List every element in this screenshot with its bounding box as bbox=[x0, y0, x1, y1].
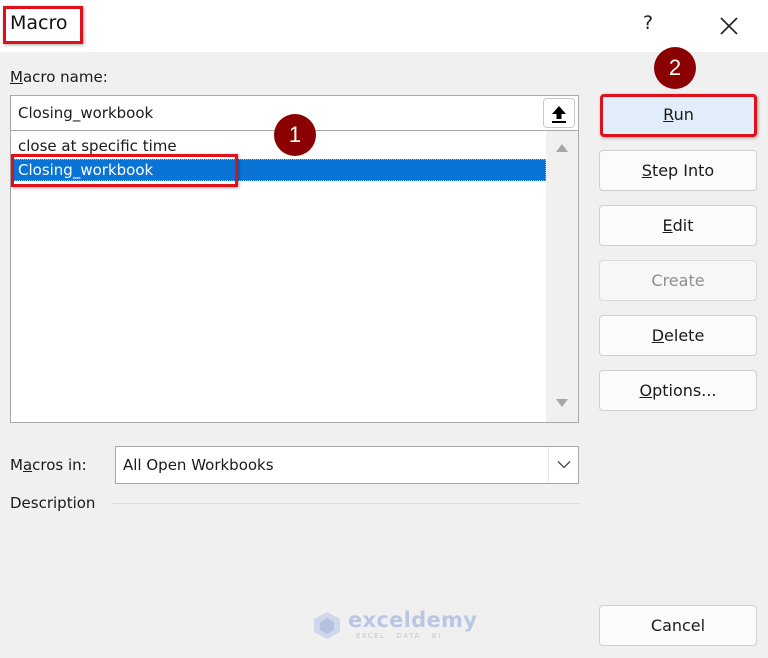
exceldemy-logo-icon bbox=[314, 612, 340, 639]
create-button: Create bbox=[599, 260, 757, 301]
macros-in-label: Macros in: bbox=[10, 456, 87, 474]
exceldemy-watermark: exceldemy EXCEL · DATA · BI bbox=[312, 608, 477, 642]
triangle-down-icon bbox=[556, 399, 568, 407]
cancel-button[interactable]: Cancel bbox=[599, 605, 757, 646]
close-button[interactable] bbox=[712, 10, 746, 42]
title-bar: Macro ? bbox=[0, 0, 768, 52]
dropdown-toggle[interactable] bbox=[548, 447, 578, 483]
macro-name-label: Macro name: bbox=[10, 68, 108, 86]
upload-arrow-icon bbox=[552, 106, 566, 123]
help-button[interactable]: ? bbox=[636, 12, 660, 40]
macros-in-dropdown[interactable]: All Open Workbooks bbox=[115, 446, 579, 484]
description-label: Description bbox=[10, 494, 96, 512]
edit-button[interactable]: Edit bbox=[599, 205, 757, 246]
macros-in-value: All Open Workbooks bbox=[123, 456, 274, 474]
triangle-up-icon bbox=[556, 144, 568, 152]
step-2-badge: 2 bbox=[654, 47, 696, 89]
watermark-tagline: EXCEL · DATA · BI bbox=[356, 632, 442, 640]
title-highlight-box bbox=[3, 6, 83, 44]
scroll-down-button[interactable] bbox=[546, 394, 578, 416]
macro-listbox[interactable]: close at specific time Closing_workbook bbox=[10, 131, 579, 423]
step-1-badge: 1 bbox=[274, 114, 316, 156]
step-into-button[interactable]: Step Into bbox=[599, 150, 757, 191]
watermark-brand: exceldemy bbox=[348, 608, 478, 632]
options-button[interactable]: Options... bbox=[599, 370, 757, 411]
chevron-down-icon bbox=[557, 461, 570, 469]
close-icon bbox=[720, 17, 738, 35]
list-scrollbar[interactable] bbox=[546, 131, 578, 422]
run-button[interactable]: Run bbox=[600, 94, 757, 137]
collapse-dialog-button[interactable] bbox=[543, 98, 575, 128]
description-divider bbox=[112, 503, 579, 504]
scroll-up-button[interactable] bbox=[546, 139, 578, 161]
macro-list-item-selected[interactable]: Closing_workbook bbox=[13, 159, 546, 181]
delete-button[interactable]: Delete bbox=[599, 315, 757, 356]
